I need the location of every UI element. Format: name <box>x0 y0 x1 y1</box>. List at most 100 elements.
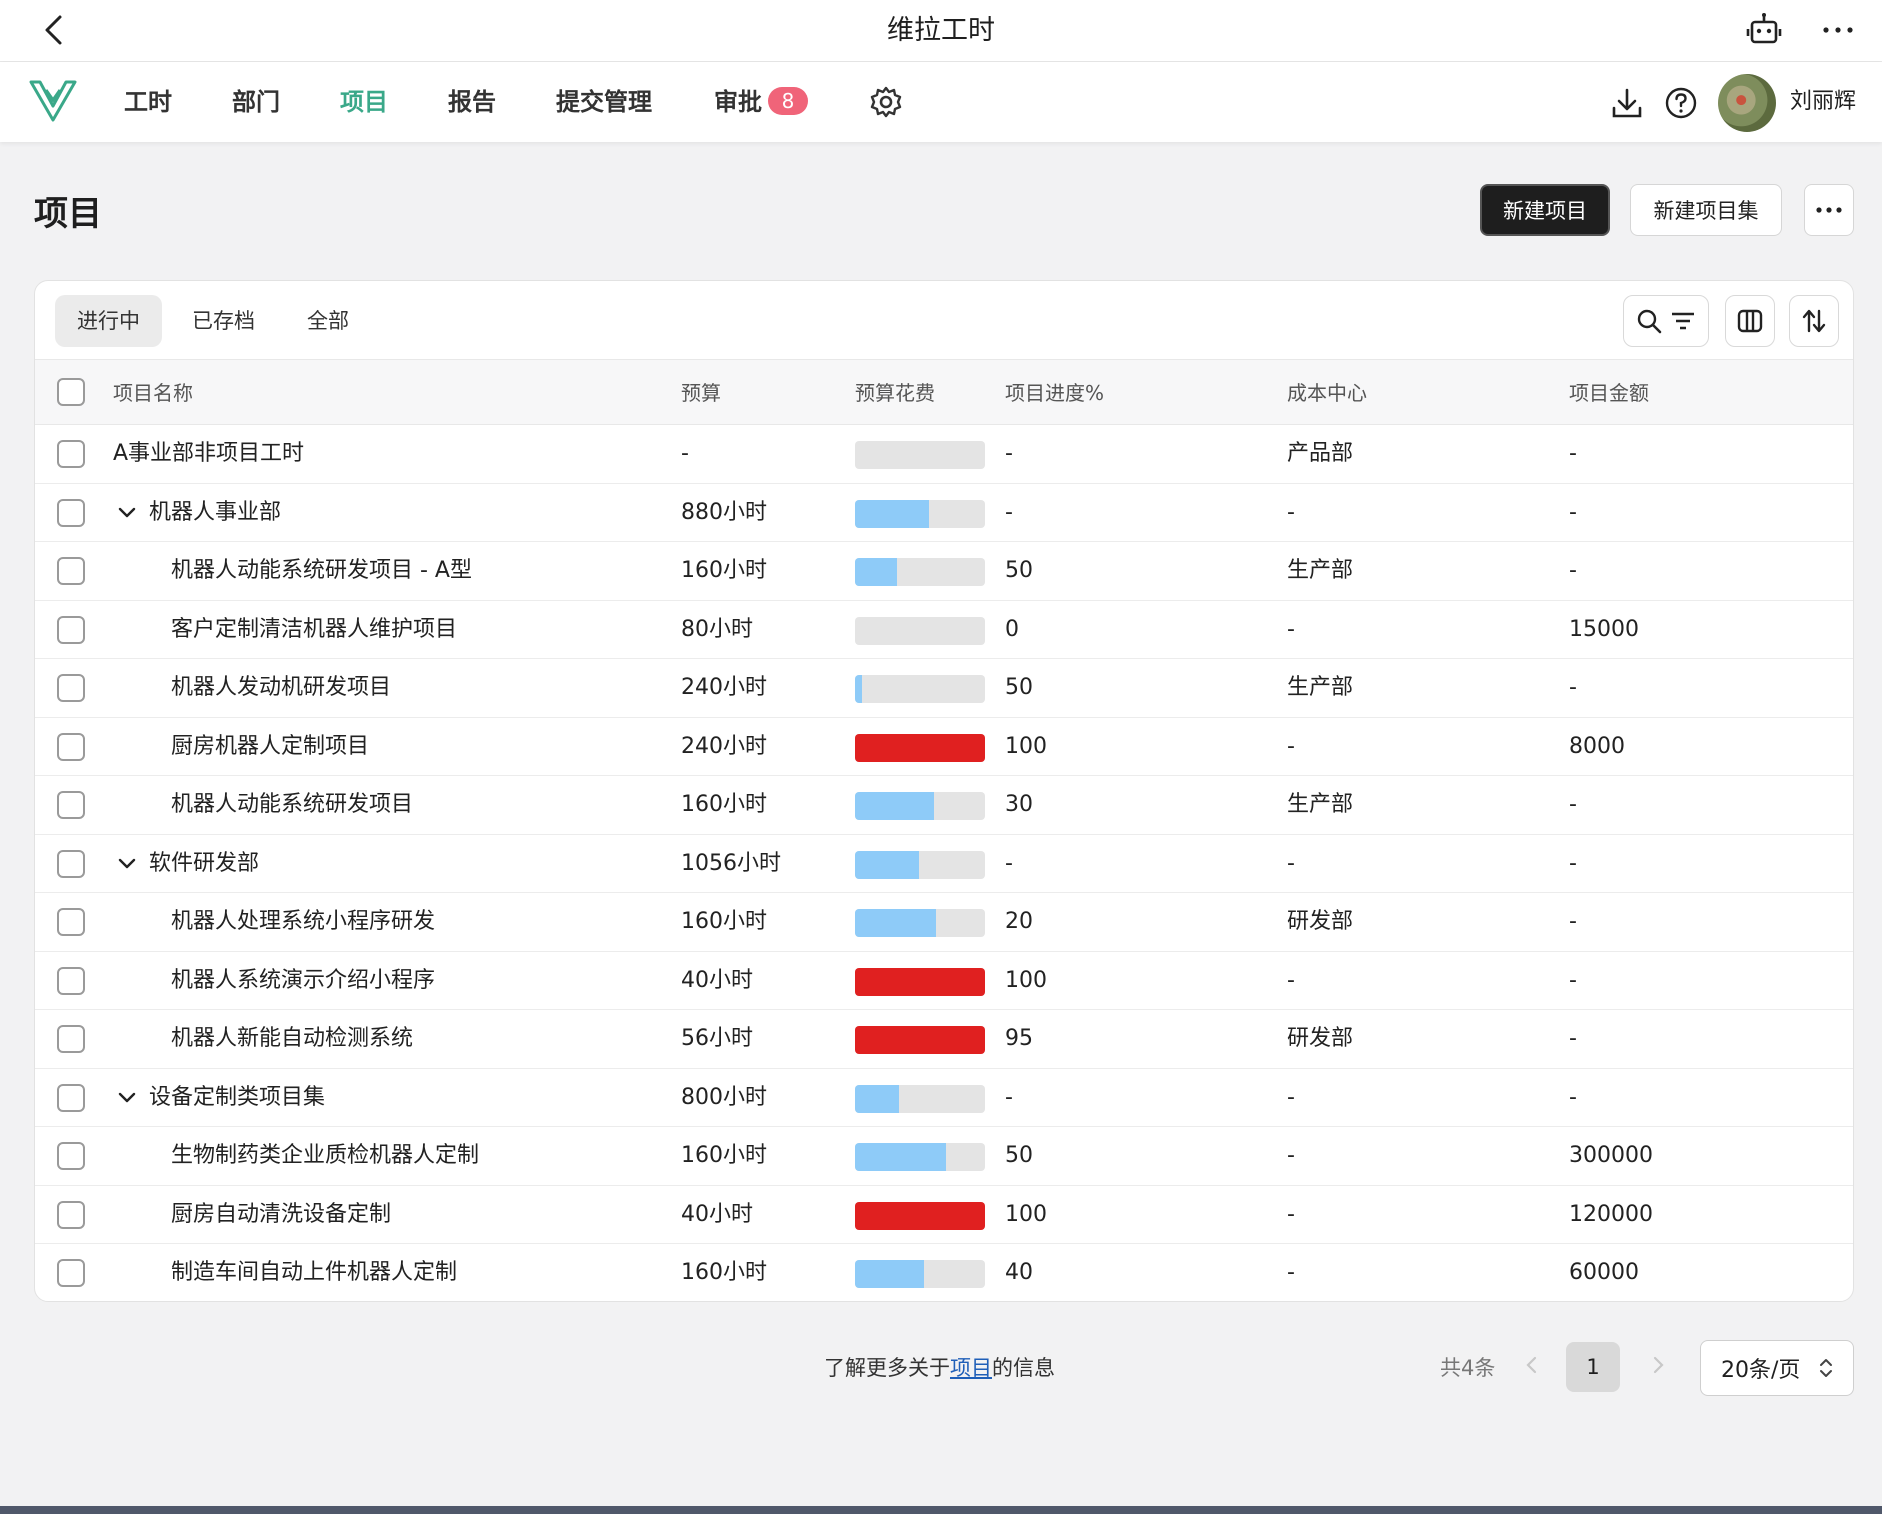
nav-item-worktime[interactable]: 工时 <box>124 62 172 142</box>
table-header: 项目名称 预算 预算花费 项目进度% 成本中心 项目金额 <box>35 359 1853 426</box>
project-name[interactable]: 制造车间自动上件机器人定制 <box>171 1244 457 1301</box>
project-name[interactable]: 机器人动能系统研发项目 - A型 <box>171 542 472 600</box>
budget-spent-bar <box>855 1260 985 1288</box>
budget-spent-bar <box>855 1084 985 1113</box>
settings-button[interactable] <box>868 84 904 120</box>
column-header-cost-center[interactable]: 成本中心 <box>1287 360 1367 426</box>
more-button[interactable] <box>1818 10 1858 50</box>
next-page-button[interactable] <box>1646 1352 1670 1378</box>
tab-in-progress[interactable]: 进行中 <box>55 295 162 347</box>
project-cost-center: - <box>1287 1201 1295 1227</box>
nav-item-reports[interactable]: 报告 <box>448 62 496 142</box>
table-row[interactable]: 软件研发部 1056小时 - - - <box>35 835 1853 893</box>
status-tabs: 进行中 已存档 全部 <box>55 295 379 347</box>
row-checkbox[interactable] <box>57 908 85 936</box>
row-checkbox[interactable] <box>57 1083 85 1112</box>
nav-item-submission[interactable]: 提交管理 <box>556 62 652 142</box>
new-project-set-button[interactable]: 新建项目集 <box>1630 184 1782 236</box>
row-checkbox[interactable] <box>57 1142 85 1170</box>
tab-all[interactable]: 全部 <box>285 295 371 347</box>
table-row[interactable]: 机器人处理系统小程序研发 160小时 20 研发部 - <box>35 893 1853 952</box>
table-row[interactable]: 机器人发动机研发项目 240小时 50 生产部 - <box>35 659 1853 718</box>
project-name[interactable]: 机器人动能系统研发项目 <box>171 776 413 834</box>
row-checkbox[interactable] <box>57 440 85 468</box>
chevron-down-icon[interactable] <box>115 501 139 525</box>
nav-item-projects[interactable]: 项目 <box>340 62 388 142</box>
user-avatar[interactable] <box>1718 74 1776 132</box>
prev-page-button[interactable] <box>1520 1352 1544 1378</box>
page-more-button[interactable] <box>1804 184 1854 236</box>
project-name[interactable]: 机器人新能自动检测系统 <box>171 1010 413 1068</box>
table-row[interactable]: 机器人动能系统研发项目 160小时 30 生产部 - <box>35 776 1853 835</box>
row-checkbox[interactable] <box>57 791 85 819</box>
row-checkbox[interactable] <box>57 674 85 702</box>
table-row[interactable]: A事业部非项目工时 - - 产品部 - <box>35 425 1853 484</box>
column-header-amount[interactable]: 项目金额 <box>1569 360 1649 426</box>
table-row[interactable]: 机器人动能系统研发项目 - A型 160小时 50 生产部 - <box>35 542 1853 601</box>
column-header-budget[interactable]: 预算 <box>681 360 721 426</box>
chevron-down-icon[interactable] <box>115 852 139 876</box>
table-row[interactable]: 机器人新能自动检测系统 56小时 95 研发部 - <box>35 1010 1853 1069</box>
table-row[interactable]: 厨房机器人定制项目 240小时 100 - 8000 <box>35 718 1853 776</box>
chevron-down-icon[interactable] <box>115 1086 139 1110</box>
row-checkbox[interactable] <box>57 557 85 585</box>
row-checkbox[interactable] <box>57 498 85 527</box>
project-name[interactable]: 机器人系统演示介绍小程序 <box>171 952 435 1010</box>
project-name[interactable]: 机器人事业部 <box>149 484 281 542</box>
nav-item-department[interactable]: 部门 <box>232 62 280 142</box>
page-size-select[interactable]: 20条/页 <box>1700 1340 1854 1396</box>
column-header-spent[interactable]: 预算花费 <box>855 360 935 426</box>
column-header-name[interactable]: 项目名称 <box>113 360 193 426</box>
row-checkbox[interactable] <box>57 1025 85 1053</box>
new-project-button[interactable]: 新建项目 <box>1480 184 1610 236</box>
row-checkbox[interactable] <box>57 966 85 995</box>
table-row[interactable]: 机器人事业部 880小时 - - - <box>35 484 1853 542</box>
project-amount: - <box>1569 850 1577 876</box>
nav-item-approval-label: 审批 <box>714 88 762 116</box>
table-row[interactable]: 客户定制清洁机器人维护项目 80小时 0 - 15000 <box>35 601 1853 659</box>
project-name[interactable]: 软件研发部 <box>149 835 259 893</box>
app-logo[interactable] <box>28 78 78 124</box>
table-row[interactable]: 机器人系统演示介绍小程序 40小时 100 - - <box>35 952 1853 1010</box>
table-row[interactable]: 厨房自动清洗设备定制 40小时 100 - 120000 <box>35 1186 1853 1244</box>
search-filter-button[interactable] <box>1623 295 1709 347</box>
column-header-progress[interactable]: 项目进度% <box>1005 360 1104 426</box>
project-name[interactable]: 客户定制清洁机器人维护项目 <box>171 601 457 659</box>
page-number-current[interactable]: 1 <box>1566 1342 1620 1392</box>
project-name[interactable]: 机器人处理系统小程序研发 <box>171 893 435 951</box>
row-checkbox[interactable] <box>57 1200 85 1229</box>
row-checkbox[interactable] <box>57 1259 85 1287</box>
nav-item-approval[interactable]: 审批 8 <box>714 62 808 142</box>
user-name[interactable]: 刘丽辉 <box>1790 62 1856 142</box>
project-budget: 240小时 <box>681 675 767 700</box>
help-button[interactable] <box>1664 86 1698 120</box>
project-name[interactable]: 设备定制类项目集 <box>149 1069 325 1127</box>
download-button[interactable] <box>1610 86 1644 120</box>
sort-button[interactable] <box>1789 295 1839 347</box>
project-budget: 1056小时 <box>681 850 781 876</box>
row-checkbox[interactable] <box>57 732 85 761</box>
robot-button[interactable] <box>1744 10 1784 50</box>
row-checkbox[interactable] <box>57 615 85 644</box>
budget-spent-fill <box>855 792 935 820</box>
tab-archived[interactable]: 已存档 <box>170 295 277 347</box>
project-name[interactable]: 机器人发动机研发项目 <box>171 659 391 717</box>
learn-more-link[interactable]: 项目 <box>950 1356 992 1380</box>
project-name[interactable]: 厨房自动清洗设备定制 <box>171 1186 391 1244</box>
budget-spent-fill <box>855 1260 924 1288</box>
budget-spent-fill <box>855 909 936 937</box>
project-name[interactable]: 厨房机器人定制项目 <box>171 718 369 776</box>
table-row[interactable]: 制造车间自动上件机器人定制 160小时 40 - 60000 <box>35 1244 1853 1301</box>
columns-button[interactable] <box>1725 295 1775 347</box>
project-name[interactable]: A事业部非项目工时 <box>113 425 304 483</box>
gear-icon <box>870 86 902 118</box>
select-all-checkbox[interactable] <box>57 378 85 406</box>
project-name[interactable]: 生物制药类企业质检机器人定制 <box>171 1127 479 1185</box>
row-checkbox[interactable] <box>57 849 85 878</box>
learn-more-prefix: 了解更多关于 <box>824 1356 950 1380</box>
project-progress: 95 <box>1005 1026 1033 1051</box>
learn-more-text: 了解更多关于项目的信息 <box>824 1352 1055 1382</box>
project-progress: - <box>1005 441 1013 466</box>
table-row[interactable]: 设备定制类项目集 800小时 - - - <box>35 1069 1853 1127</box>
table-row[interactable]: 生物制药类企业质检机器人定制 160小时 50 - 300000 <box>35 1127 1853 1186</box>
